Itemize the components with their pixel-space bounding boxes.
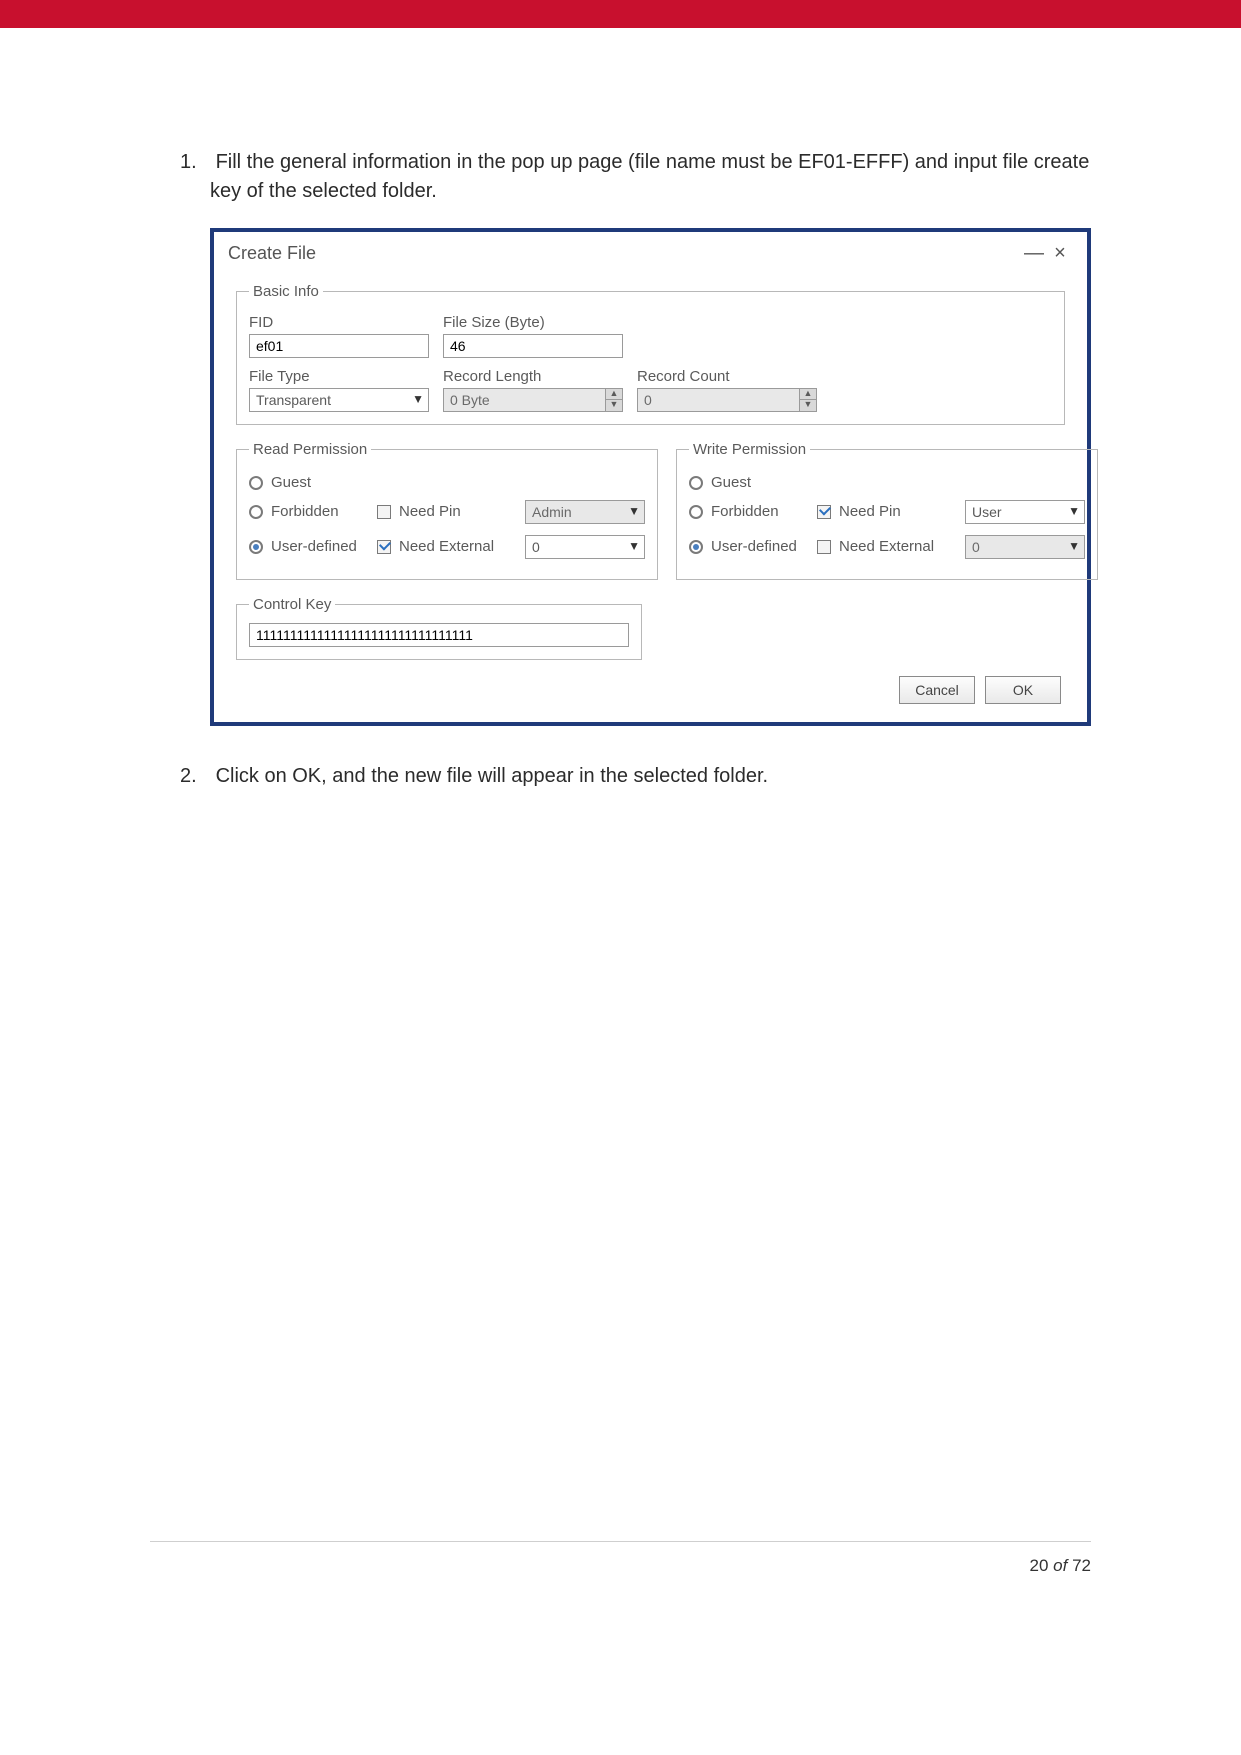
read-userdefined-label: User-defined [271,538,357,555]
control-key-group: Control Key [236,596,642,660]
page-of: of [1048,1556,1072,1575]
record-count-input: 0 [637,388,800,412]
file-type-label: File Type [249,368,429,385]
step-1-text: Fill the general information in the pop … [210,151,1089,202]
header-bar [0,0,1241,28]
record-length-value: 0 Byte [450,392,490,408]
write-permission-group: Write Permission Guest Forbidden Need Pi… [676,441,1098,580]
read-needpin-label: Need Pin [399,503,461,520]
write-needpin-label: Need Pin [839,503,901,520]
close-icon[interactable]: × [1047,242,1073,265]
page-content: 1. Fill the general information in the p… [0,28,1241,791]
read-needpin-check[interactable] [377,505,391,519]
record-length-down-icon[interactable]: ▼ [605,400,623,412]
write-pin-select[interactable]: User ▼ [965,500,1085,524]
chevron-down-icon: ▼ [412,392,424,406]
chevron-down-icon: ▼ [628,539,640,553]
write-needexternal-label: Need External [839,538,934,555]
record-count-label: Record Count [637,368,817,385]
step-1-num: 1. [180,148,210,177]
read-userdefined-radio[interactable] [249,540,263,554]
cancel-button[interactable]: Cancel [899,676,975,704]
read-needexternal-check[interactable] [377,540,391,554]
record-length-label: Record Length [443,368,623,385]
write-permission-legend: Write Permission [689,441,810,458]
read-needexternal-label: Need External [399,538,494,555]
write-external-select[interactable]: 0 ▼ [965,535,1085,559]
chevron-down-icon: ▼ [1068,539,1080,553]
control-key-input[interactable] [249,623,629,647]
step-1: 1. Fill the general information in the p… [210,148,1091,206]
write-forbidden-radio[interactable] [689,505,703,519]
read-pin-select[interactable]: Admin ▼ [525,500,645,524]
fid-input[interactable] [249,334,429,358]
write-userdefined-label: User-defined [711,538,797,555]
dialog-title-text: Create File [228,243,316,264]
write-pin-value: User [972,504,1002,520]
footer-divider [150,1541,1091,1542]
read-permission-legend: Read Permission [249,441,371,458]
dialog-body: Basic Info FID File Size (Byte) File Typ… [214,271,1087,722]
record-length-input: 0 Byte [443,388,606,412]
read-pin-value: Admin [532,504,572,520]
record-count-down-icon[interactable]: ▼ [799,400,817,412]
write-guest-label: Guest [711,474,751,491]
read-forbidden-label: Forbidden [271,503,339,520]
write-userdefined-radio[interactable] [689,540,703,554]
read-guest-radio[interactable] [249,476,263,490]
write-external-value: 0 [972,539,980,555]
file-type-select[interactable]: Transparent ▼ [249,388,429,412]
file-size-label: File Size (Byte) [443,314,623,331]
write-needexternal-check[interactable] [817,540,831,554]
chevron-down-icon: ▼ [1068,504,1080,518]
read-guest-label: Guest [271,474,311,491]
step-2-num: 2. [180,762,210,791]
basic-info-group: Basic Info FID File Size (Byte) File Typ… [236,283,1065,425]
write-needpin-check[interactable] [817,505,831,519]
fid-label: FID [249,314,429,331]
page-number: 20 of 72 [0,1556,1241,1576]
create-file-dialog: Create File — × Basic Info FID File Size… [210,228,1091,726]
step-2: 2. Click on OK, and the new file will ap… [210,762,1091,791]
page-footer [0,1491,1241,1541]
control-key-legend: Control Key [249,596,335,613]
minimize-icon[interactable]: — [1021,242,1047,265]
file-size-input[interactable] [443,334,623,358]
page-total: 72 [1072,1556,1091,1575]
read-forbidden-radio[interactable] [249,505,263,519]
file-type-value: Transparent [256,392,331,408]
read-permission-group: Read Permission Guest Forbidden Need Pin [236,441,658,580]
write-forbidden-label: Forbidden [711,503,779,520]
ok-button[interactable]: OK [985,676,1061,704]
write-guest-radio[interactable] [689,476,703,490]
page-current: 20 [1030,1556,1049,1575]
record-count-value: 0 [644,392,652,408]
basic-info-legend: Basic Info [249,283,323,300]
step-2-text: Click on OK, and the new file will appea… [216,765,769,787]
dialog-titlebar: Create File — × [214,232,1087,271]
read-external-value: 0 [532,539,540,555]
chevron-down-icon: ▼ [628,504,640,518]
read-external-select[interactable]: 0 ▼ [525,535,645,559]
